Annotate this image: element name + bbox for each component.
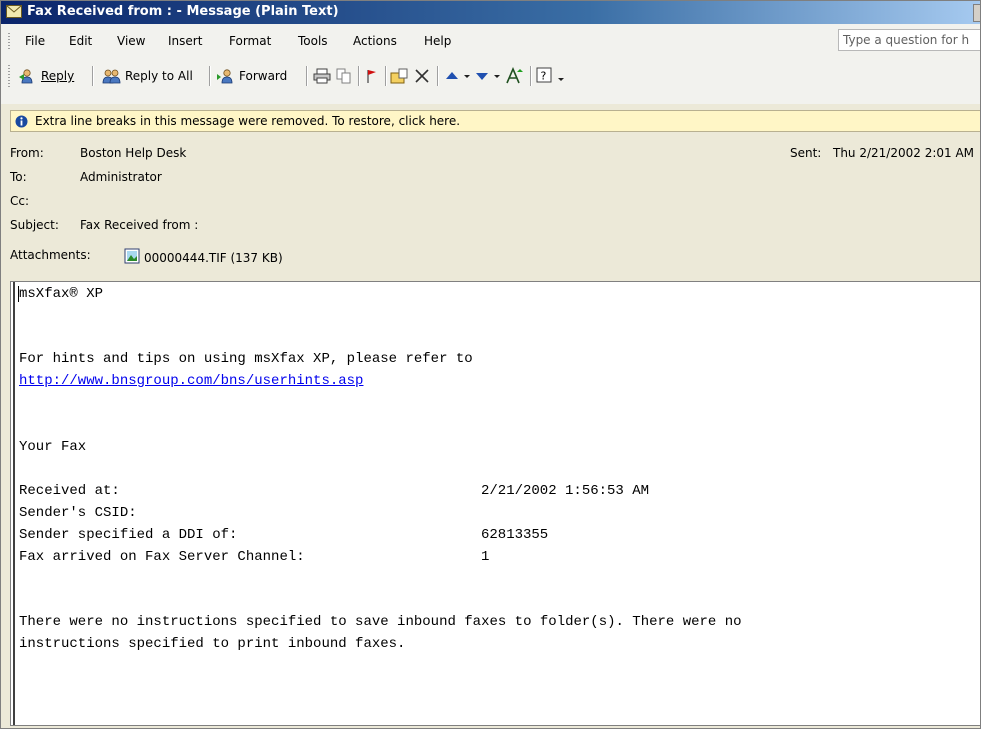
menu-format[interactable]: Format xyxy=(229,34,271,48)
title-bar[interactable]: Fax Received from : - Message (Plain Tex… xyxy=(0,0,981,24)
move-to-folder-button[interactable] xyxy=(390,65,415,87)
attachment-name: 00000444.TIF (137 KB) xyxy=(144,250,283,265)
toolbar-separator xyxy=(209,66,211,86)
help-button[interactable]: ? xyxy=(536,65,568,87)
toolbar-separator xyxy=(92,66,94,86)
toolbar-separator xyxy=(530,66,532,86)
ddi-value: 62813355 xyxy=(481,527,549,543)
message-body[interactable]: msXfax® XP For hints and tips on using m… xyxy=(10,281,981,726)
ask-question-placeholder: Type a question for h xyxy=(843,33,970,47)
forward-icon xyxy=(217,69,233,84)
flag-icon xyxy=(367,70,376,83)
copy-icon xyxy=(336,68,351,84)
reply-label: Reply xyxy=(41,69,75,83)
chevron-down-icon xyxy=(464,75,470,78)
print-button[interactable] xyxy=(313,65,334,87)
received-label: Received at: xyxy=(19,483,120,499)
chevron-down-icon xyxy=(494,75,500,78)
down-arrow-icon xyxy=(476,73,488,80)
sent-label: Sent: xyxy=(790,146,822,160)
forward-label: Forward xyxy=(239,69,288,83)
toolbar-separator xyxy=(306,66,308,86)
copy-button[interactable] xyxy=(336,65,355,87)
menu-tools[interactable]: Tools xyxy=(298,34,328,48)
attachments-label: Attachments: xyxy=(10,248,91,262)
attachment-item[interactable]: 00000444.TIF (137 KB) xyxy=(124,246,283,266)
cc-label: Cc: xyxy=(10,194,30,208)
channel-label: Fax arrived on Fax Server Channel: xyxy=(19,549,305,565)
subject-label: Subject: xyxy=(10,218,59,232)
body-your-fax: Your Fax xyxy=(19,439,87,455)
help-icon: ? xyxy=(536,67,552,83)
move-to-folder-icon xyxy=(390,68,408,84)
up-arrow-icon xyxy=(446,72,458,79)
body-product-line: msXfax® XP xyxy=(19,286,104,302)
body-left-border xyxy=(13,282,15,725)
menu-file[interactable]: File xyxy=(25,34,45,48)
from-label: From: xyxy=(10,146,44,160)
next-item-button[interactable] xyxy=(474,65,504,87)
toolbar-grip[interactable] xyxy=(8,65,10,87)
menu-view[interactable]: View xyxy=(117,34,145,48)
window-title: Fax Received from : - Message (Plain Tex… xyxy=(27,4,339,19)
envelope-icon xyxy=(6,5,22,18)
reply-button[interactable]: Reply xyxy=(18,65,74,87)
font-size-button[interactable] xyxy=(504,65,527,87)
received-value: 2/21/2002 1:56:53 AM xyxy=(481,483,650,499)
reply-icon xyxy=(19,69,33,84)
standard-toolbar: Reply Reply to All Forward ? xyxy=(0,62,981,90)
menu-grip[interactable] xyxy=(8,33,10,49)
menu-actions[interactable]: Actions xyxy=(353,34,397,48)
from-value[interactable]: Boston Help Desk xyxy=(80,146,186,160)
follow-up-flag-button[interactable] xyxy=(364,65,381,87)
toolbar-separator xyxy=(437,66,439,86)
svg-text:?: ? xyxy=(541,70,547,83)
reply-all-label: Reply to All xyxy=(125,69,193,83)
note-line-2: instructions specified to print inbound … xyxy=(19,636,406,652)
printer-icon xyxy=(313,68,331,84)
menu-help[interactable]: Help xyxy=(424,34,451,48)
delete-x-icon xyxy=(415,69,429,83)
menu-edit[interactable]: Edit xyxy=(69,34,92,48)
info-bar[interactable]: Extra line breaks in this message were r… xyxy=(10,110,981,132)
previous-item-button[interactable] xyxy=(444,65,474,87)
chevron-down-icon xyxy=(558,78,564,81)
reply-all-icon xyxy=(102,69,121,84)
to-value[interactable]: Administrator xyxy=(80,170,162,184)
menu-bar: File Edit View Insert Format Tools Actio… xyxy=(0,29,981,53)
csid-label: Sender's CSID: xyxy=(19,505,137,521)
info-bar-text: Extra line breaks in this message were r… xyxy=(35,114,461,128)
sent-value: Thu 2/21/2002 2:01 AM xyxy=(833,146,975,160)
info-icon xyxy=(15,115,28,128)
font-size-icon xyxy=(506,67,523,84)
channel-value: 1 xyxy=(481,549,490,565)
note-line-1: There were no instructions specified to … xyxy=(19,614,742,630)
ddi-label: Sender specified a DDI of: xyxy=(19,527,238,543)
message-window: Fax Received from : - Message (Plain Tex… xyxy=(0,0,981,729)
hints-link[interactable]: http://www.bnsgroup.com/bns/userhints.as… xyxy=(19,373,363,389)
ask-question-box[interactable]: Type a question for h xyxy=(838,29,981,51)
toolbar-separator xyxy=(385,66,387,86)
subject-value: Fax Received from : xyxy=(80,218,199,232)
body-hints-line: For hints and tips on using msXfax XP, p… xyxy=(19,351,473,367)
to-label: To: xyxy=(10,170,27,184)
image-file-icon xyxy=(124,248,140,264)
menu-insert[interactable]: Insert xyxy=(168,34,202,48)
forward-button[interactable]: Forward xyxy=(216,65,287,87)
reply-all-button[interactable]: Reply to All xyxy=(100,65,193,87)
toolbar-separator xyxy=(358,66,360,86)
minimize-button[interactable] xyxy=(973,4,981,22)
delete-button[interactable] xyxy=(414,65,433,87)
